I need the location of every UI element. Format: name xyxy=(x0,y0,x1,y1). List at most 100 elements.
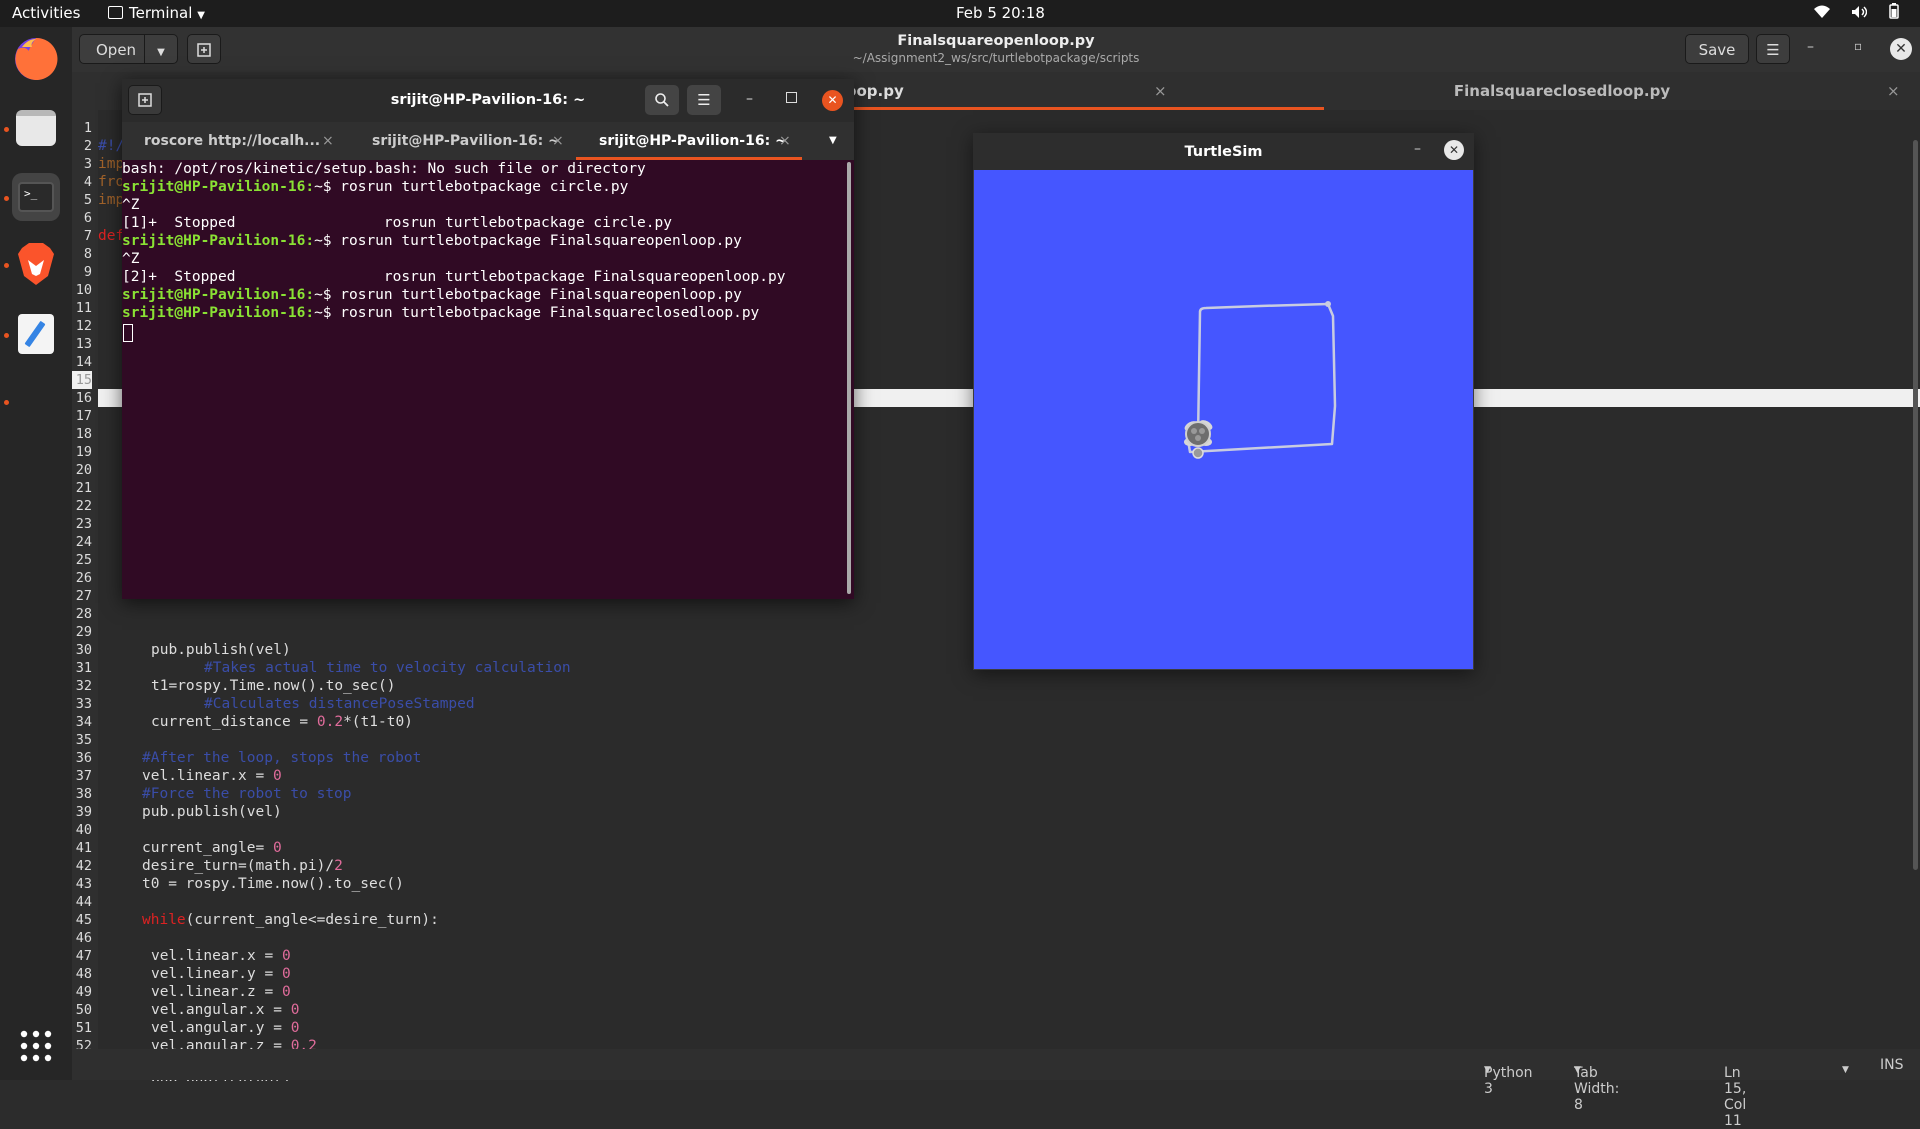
code-line-3-fragment: fro xyxy=(98,174,125,190)
terminal-tab-2[interactable]: srijit@HP-Pavilion-16: ~ × xyxy=(349,122,576,160)
terminal-app-icon: >_ xyxy=(18,182,54,212)
code-line-42: t0 = rospy.Time.now().to_sec() xyxy=(142,876,404,892)
terminal-line: srijit@HP-Pavilion-16:~$ rosrun turtlebo… xyxy=(122,233,742,249)
tab-close-icon[interactable]: × xyxy=(1887,72,1900,110)
terminal-line: [1]+ Stopped rosrun turtlebotpackage cir… xyxy=(122,215,672,231)
clock[interactable]: Feb 5 20:18 xyxy=(956,4,1045,22)
battery-icon xyxy=(1888,3,1900,23)
tab-close-icon[interactable]: × xyxy=(322,122,334,160)
terminal-search-button[interactable] xyxy=(645,85,679,115)
terminal-tabs-dropdown[interactable]: ▼ xyxy=(829,135,837,146)
terminal-tab-roscore[interactable]: roscore http://localh... × xyxy=(122,122,349,160)
terminal-icon xyxy=(108,6,123,19)
dock-files[interactable] xyxy=(12,104,60,152)
terminal-line: srijit@HP-Pavilion-16:~$ rosrun turtlebo… xyxy=(122,305,760,321)
code-line-4-fragment: imp xyxy=(98,192,125,208)
terminal-menu-button[interactable]: ☰ xyxy=(687,85,721,115)
line-number: 20 xyxy=(75,462,92,478)
hamburger-icon: ☰ xyxy=(697,91,711,109)
tab-finalsquareopenloop[interactable]: inalsquareopenloop.py × xyxy=(710,72,1324,110)
terminal-line: ^Z xyxy=(122,197,140,213)
dock-firefox[interactable] xyxy=(12,35,60,83)
code-line-48: vel.linear.z = 0 xyxy=(151,984,291,1000)
code-line-2-fragment: imp xyxy=(98,156,125,172)
activities-button[interactable]: Activities xyxy=(12,4,80,22)
caret-down-icon: ▼ xyxy=(1574,1065,1581,1075)
line-number: 11 xyxy=(75,300,92,316)
maximize-icon: ▫ xyxy=(1854,39,1863,53)
minimize-icon: – xyxy=(1807,39,1814,55)
line-number: 36 xyxy=(75,750,92,766)
code-line-35: #After the loop, stops the robot xyxy=(142,750,422,766)
line-number: 42 xyxy=(75,858,92,874)
editor-scrollbar[interactable] xyxy=(1913,140,1918,870)
line-number: 21 xyxy=(75,480,92,496)
volume-icon xyxy=(1851,5,1868,23)
line-number: 35 xyxy=(75,732,92,748)
line-number: 48 xyxy=(75,966,92,982)
code-line-41: desire_turn=(math.pi)/2 xyxy=(142,858,343,874)
terminal-tab-3[interactable]: srijit@HP-Pavilion-16: ~ × xyxy=(576,122,802,160)
close-icon: ✕ xyxy=(827,93,838,107)
line-number: 39 xyxy=(75,804,92,820)
line-number: 2 xyxy=(83,138,92,154)
turtle-path xyxy=(1184,301,1337,459)
terminal-maximize-button[interactable] xyxy=(786,92,797,103)
turtlesim-close-button[interactable]: ✕ xyxy=(1444,140,1464,160)
turtlesim-header-bar: TurtleSim – ✕ xyxy=(973,133,1474,170)
line-number: 31 xyxy=(75,660,92,676)
line-number: 6 xyxy=(83,210,92,226)
minimize-button[interactable]: – xyxy=(1807,39,1814,55)
tab-label: srijit@HP-Pavilion-16: ~ xyxy=(599,133,787,149)
line-number: 33 xyxy=(75,696,92,712)
code-line-6-fragment: def xyxy=(98,228,125,244)
code-line-29: pub.publish(vel) xyxy=(151,642,291,658)
save-button[interactable]: Save xyxy=(1685,34,1749,64)
line-number: 26 xyxy=(75,570,92,586)
line-number: 32 xyxy=(75,678,92,694)
app-menu[interactable]: Terminal ▼ xyxy=(108,4,205,22)
line-number: 45 xyxy=(75,912,92,928)
dock-brave[interactable] xyxy=(12,240,60,288)
window-subtitle: ~/Assignment2_ws/src/turtlebotpackage/sc… xyxy=(852,51,1140,65)
terminal-scrollbar[interactable] xyxy=(847,162,851,594)
status-bar: Python 3 ▼ Tab Width: 8 ▼ Ln 15, Col 11 … xyxy=(72,1049,1920,1129)
line-number: 29 xyxy=(75,624,92,640)
turtlesim-minimize-button[interactable]: – xyxy=(1414,141,1421,157)
app-menu-label: Terminal xyxy=(129,4,193,22)
line-number: 37 xyxy=(75,768,92,784)
tab-close-icon[interactable]: × xyxy=(552,122,564,160)
search-icon xyxy=(655,93,669,107)
insert-mode-indicator: INS xyxy=(1880,1057,1904,1073)
dock-terminal[interactable]: >_ xyxy=(12,173,60,221)
caret-down-icon: ▼ xyxy=(829,135,837,146)
running-indicator xyxy=(4,127,9,132)
tab-close-icon[interactable]: × xyxy=(1154,72,1167,110)
line-number: 7 xyxy=(83,228,92,244)
terminal-window: srijit@HP-Pavilion-16: ~ ☰ – ✕ roscore h… xyxy=(122,79,854,599)
tab-label: roscore http://localh... xyxy=(144,133,321,149)
hamburger-menu-button[interactable]: ☰ xyxy=(1756,34,1790,64)
terminal-minimize-button[interactable]: – xyxy=(746,91,753,107)
line-number: 46 xyxy=(75,930,92,946)
terminal-output[interactable]: bash: /opt/ros/kinetic/setup.bash: No su… xyxy=(122,160,854,599)
line-number: 51 xyxy=(75,1020,92,1036)
line-number: 47 xyxy=(75,948,92,964)
tab-finalsquareclosedloop[interactable]: Finalsquareclosedloop.py × xyxy=(1324,72,1920,110)
line-number-gutter: 1 2 3 4 5 6 7 8 9 10 11 12 13 14 15 16 17 18 19 20 21 22 23 24 2… xyxy=(72,110,98,1080)
terminal-title: srijit@HP-Pavilion-16: ~ xyxy=(390,92,586,108)
wifi-icon xyxy=(1814,5,1830,23)
code-line-47: vel.linear.y = 0 xyxy=(151,966,291,982)
show-apps-button[interactable] xyxy=(19,1029,53,1063)
terminal-close-button[interactable]: ✕ xyxy=(822,90,843,111)
turtlesim-window: TurtleSim – ✕ xyxy=(973,133,1474,670)
line-number: 4 xyxy=(83,174,92,190)
tab-close-icon[interactable]: × xyxy=(779,122,791,160)
line-number: 30 xyxy=(75,642,92,658)
close-button[interactable]: ✕ xyxy=(1890,38,1912,60)
line-number: 34 xyxy=(75,714,92,730)
dock-text-editor[interactable] xyxy=(12,310,60,358)
line-number: 5 xyxy=(83,192,92,208)
maximize-button[interactable]: ▫ xyxy=(1854,39,1862,53)
code-line-1-fragment: #!/ xyxy=(98,138,125,154)
